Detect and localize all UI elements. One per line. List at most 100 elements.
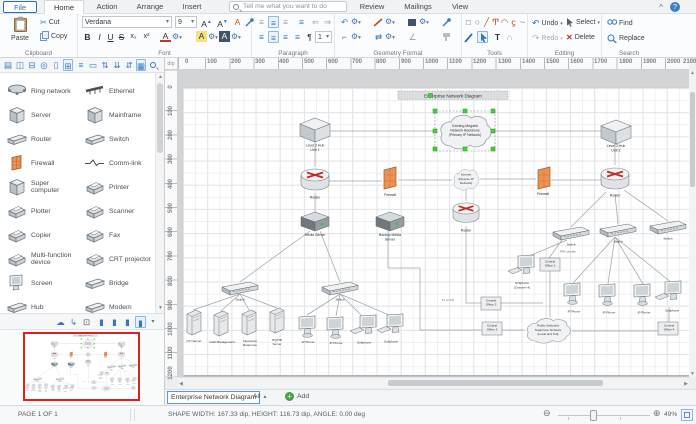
pilcrow-icon[interactable]: ¶ [304, 31, 315, 43]
scrollbar-thumb[interactable] [388, 380, 603, 386]
tab-action[interactable]: Action [88, 0, 126, 14]
arc-tool-icon[interactable]: ◠ [500, 16, 509, 28]
tab-arrange[interactable]: Arrange [128, 0, 172, 14]
pen-tool-icon[interactable] [464, 32, 475, 44]
paste-button[interactable]: Paste [6, 16, 34, 42]
sort-asc-icon[interactable]: ⇊ [112, 59, 122, 71]
shape-item-ring-network[interactable]: Ring network [6, 79, 78, 103]
swap-options[interactable]: ⚙▾ [385, 32, 395, 41]
superscript-button[interactable]: x² [141, 31, 152, 43]
font-name-combo[interactable]: Verdana▾ [82, 16, 172, 28]
search-shapes-icon[interactable] [150, 62, 156, 68]
underline-button[interactable]: U [105, 31, 116, 43]
rotate-options[interactable]: ⚙▾ [351, 17, 361, 26]
zoom-level[interactable]: 49% [664, 406, 677, 424]
shape-item-copier[interactable]: Copier [6, 223, 78, 247]
text-style-options[interactable]: ⚙▾ [231, 32, 241, 41]
tell-me-search[interactable]: Tell me what you want to do [229, 1, 347, 12]
tab-view[interactable]: View [444, 0, 476, 14]
fill-options[interactable]: ⚙▾ [419, 17, 429, 26]
align-left-icon[interactable]: ≡ [256, 31, 267, 43]
freeform-tool-icon[interactable]: ~ [518, 16, 527, 28]
vertical-ruler[interactable]: 0 100 200 300 400 500 600 700 800 900 10… [165, 70, 178, 377]
redo-button[interactable]: ↷ Redo ▾ [532, 33, 563, 44]
shape-item-comm-link[interactable]: Comm-link [84, 151, 156, 175]
strikethrough-button[interactable]: S [116, 31, 127, 43]
shape-item-hub[interactable]: Hub [6, 295, 78, 313]
corner-options[interactable]: ⚙▾ [351, 32, 361, 41]
crop-tool-icon[interactable]: ∩ [504, 31, 515, 43]
scroll-left-icon[interactable]: ◀ [179, 381, 183, 387]
library-icon[interactable]: ▤ [3, 59, 13, 71]
page-tab-active[interactable]: Enterprise Network Diagram [167, 391, 260, 404]
shape-item-modem[interactable]: Modem [84, 295, 156, 313]
font-color-options[interactable]: ⚙▾ [172, 32, 182, 41]
zoom-page-icon[interactable]: ▮ [96, 316, 107, 328]
shape-item-screen[interactable]: Screen [6, 271, 78, 295]
select-button[interactable]: Select ▾ [566, 18, 600, 27]
increase-indent-icon[interactable]: ⇒ [322, 16, 333, 28]
chevron-down-icon[interactable]: ▾ [149, 316, 157, 328]
shape-item-ethernet[interactable]: Ethernet [84, 79, 156, 103]
align-bottom-icon[interactable]: ≡ [280, 16, 291, 28]
shape-item-scanner[interactable]: Scanner [84, 199, 156, 223]
tab-mailings[interactable]: Mailings [396, 0, 440, 14]
tab-review[interactable]: Review [352, 0, 392, 14]
rename-icon[interactable]: ▭ [88, 59, 98, 71]
vertical-scrollbar[interactable]: ▲ ▼ [689, 70, 696, 377]
canvas-viewport[interactable] [178, 70, 689, 377]
drawing-page[interactable] [183, 88, 689, 375]
scroll-up-icon[interactable]: ▲ [156, 73, 165, 82]
format-painter-icon[interactable] [441, 32, 452, 44]
shape-item-super-computer[interactable]: Super computer [6, 175, 78, 199]
shrink-font-icon[interactable]: A▼ [217, 16, 228, 28]
zoom-out-icon[interactable]: ⊖ [543, 408, 551, 419]
undo-button[interactable]: ↶ Undo ▾ [532, 18, 563, 29]
italic-button[interactable]: I [94, 31, 105, 43]
curve-tool-icon[interactable]: ϛ [509, 16, 518, 28]
tab-home[interactable]: Home [44, 0, 84, 14]
rotate-shape-icon[interactable]: ↶ [339, 16, 350, 28]
shape-item-switch[interactable]: Switch [84, 127, 156, 151]
grow-font-icon[interactable]: A▲ [201, 16, 212, 28]
scroll-right-icon[interactable]: ▶ [684, 381, 688, 387]
change-case-icon[interactable]: A [232, 16, 243, 28]
zoom-fit-icon[interactable]: ▮ [135, 316, 146, 328]
list-view-icon[interactable]: ≡ [76, 59, 86, 71]
shape-item-crt-projector[interactable]: CRT projector [84, 247, 156, 271]
align-center-icon[interactable]: ≡ [268, 31, 279, 43]
fit-to-window-icon[interactable] [681, 409, 693, 421]
fill-style-icon[interactable] [407, 17, 418, 29]
zoom-in-icon[interactable]: ⊕ [653, 408, 661, 419]
page-icon[interactable]: ▯ [51, 59, 61, 71]
add-page-button[interactable]: + Add [285, 392, 309, 401]
polyline-tool-icon[interactable]: Ͳ [491, 16, 500, 28]
bullet-list-icon[interactable]: ≡ [296, 16, 307, 28]
angle-tool-icon[interactable]: ∠ [407, 31, 418, 43]
shape-item-server[interactable]: Server [6, 103, 78, 127]
shape-item-router[interactable]: Router [6, 127, 78, 151]
icon-view-icon[interactable]: ▦ [136, 59, 146, 71]
align-middle-icon[interactable]: ≡ [268, 16, 279, 28]
zoom-selection-icon[interactable]: ▮ [122, 316, 133, 328]
highlight-options[interactable]: ⚙▾ [208, 32, 218, 41]
align-right-icon[interactable]: ≡ [280, 31, 291, 43]
copy-button[interactable]: Copy [40, 31, 67, 41]
scroll-down-icon[interactable]: ▼ [156, 304, 165, 313]
bold-button[interactable]: B [82, 31, 93, 43]
text-style-button[interactable]: A [219, 31, 230, 42]
color-picker-icon[interactable] [441, 17, 452, 29]
pointer-tool-icon[interactable] [477, 31, 488, 43]
zoom-slider-track[interactable] [558, 415, 650, 416]
open-library-icon[interactable]: ⊟ [27, 59, 37, 71]
help-icon[interactable]: ? [670, 2, 680, 12]
pin-icon[interactable]: ◎ [39, 59, 49, 71]
find-button[interactable]: Find [607, 18, 633, 28]
shape-list-scrollbar[interactable]: ▲ ▼ [155, 73, 164, 313]
subscript-button[interactable]: x₂ [128, 31, 139, 43]
sort-group-icon[interactable]: ⇅ [100, 59, 110, 71]
line-tool-icon[interactable]: ╱ [482, 16, 491, 28]
shape-item-printer[interactable]: Printer [84, 175, 156, 199]
shape-item-multi-function-device[interactable]: Multi-function device [6, 247, 78, 271]
swap-geometry-icon[interactable]: ⇄ [373, 31, 384, 43]
